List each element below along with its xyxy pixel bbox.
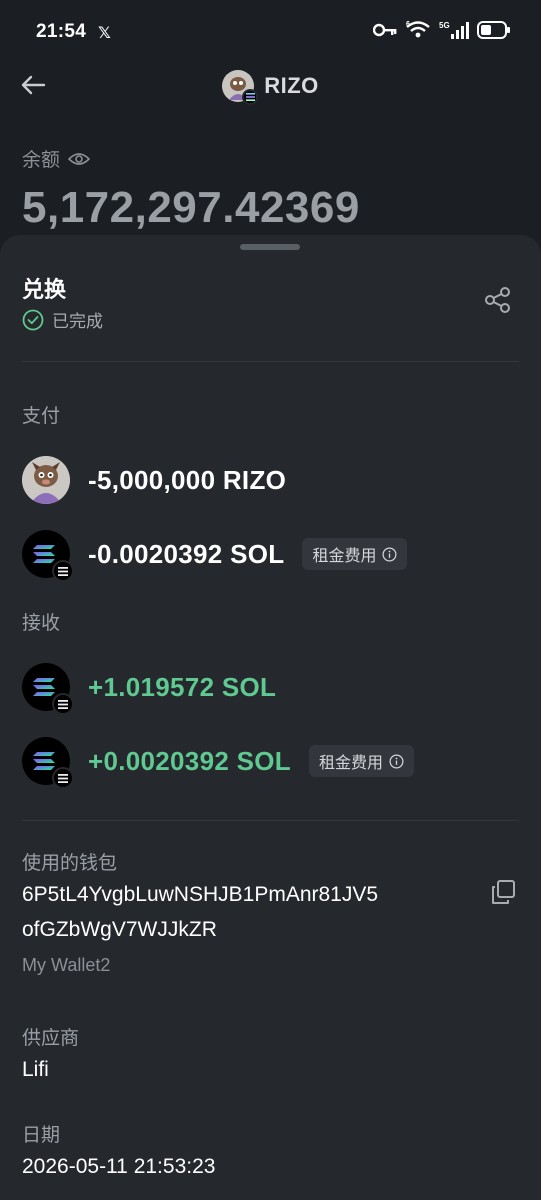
solana-badge-icon <box>52 767 74 789</box>
wallet-label: 使用的钱包 <box>22 853 118 874</box>
date-label: 日期 <box>22 1125 61 1146</box>
transaction-type-title: 兑换 <box>22 277 67 302</box>
solana-badge-icon <box>52 693 74 715</box>
divider <box>22 361 519 362</box>
wifi-icon: 6 <box>406 21 430 38</box>
receive-amount-sol: +1.019572 SOL <box>88 671 277 702</box>
date-value: 2026-05-11 21:53:23 <box>22 1155 216 1178</box>
sol-token-icon <box>22 663 74 715</box>
rent-fee-chip[interactable]: 租金费用 <box>308 745 414 777</box>
info-icon[interactable] <box>389 754 404 769</box>
sol-token-icon <box>22 530 74 582</box>
balance-label: 余额 <box>22 150 61 171</box>
pay-item-sol: -0.0020392 SOL 租金费用 <box>22 530 408 582</box>
wifi-6-label: 6 <box>406 21 410 28</box>
balance-value: 5,172,297.42369 <box>22 183 360 232</box>
receive-section-label: 接收 <box>22 613 61 634</box>
provider-value: Lifi <box>22 1058 49 1081</box>
share-icon[interactable] <box>483 285 513 315</box>
key-icon <box>373 23 397 37</box>
rizo-token-avatar <box>222 70 259 105</box>
rizo-token-icon <box>22 456 70 504</box>
rent-fee-label: 租金费用 <box>318 755 383 772</box>
transaction-detail-sheet: 兑换 已完成 支付 -5,000,000 RIZO -0.0020392 SOL… <box>0 235 541 1200</box>
info-icon[interactable] <box>382 547 397 562</box>
check-circle-icon <box>22 309 44 330</box>
rent-fee-label: 租金费用 <box>312 548 377 565</box>
pay-item-rizo: -5,000,000 RIZO <box>22 456 286 504</box>
battery-icon <box>477 21 510 39</box>
status-time: 21:54 <box>36 21 87 42</box>
cellular-signal-icon: 5G <box>439 21 469 39</box>
receive-item-sol-2: +0.0020392 SOL 租金费用 <box>22 737 414 789</box>
receive-amount-sol-rent: +0.0020392 SOL <box>88 745 291 776</box>
status-bar: 21:54 𝕏 6 5G <box>0 0 541 64</box>
solana-badge-icon <box>52 560 74 582</box>
balance-label-row: 余额 <box>22 145 91 172</box>
wallet-address-line-1: 6P5tL4YvgbLuwNSHJB1PmAnr81JV5 <box>22 883 379 906</box>
network-5g-label: 5G <box>439 21 450 30</box>
provider-label: 供应商 <box>22 1028 80 1049</box>
pay-amount-sol: -0.0020392 SOL <box>88 538 285 569</box>
x-app-icon: 𝕏 <box>98 25 111 42</box>
rent-fee-chip[interactable]: 租金费用 <box>302 538 408 570</box>
divider <box>22 820 519 821</box>
sol-token-icon <box>22 737 74 789</box>
wallet-address-line-2: ofGZbWgV7WJJkZR <box>22 918 217 941</box>
transaction-status: 已完成 <box>22 307 103 332</box>
pay-section-label: 支付 <box>22 406 61 427</box>
status-icons: 6 5G <box>373 20 511 40</box>
header-title: RIZO <box>264 73 319 98</box>
status-text: 已完成 <box>52 312 103 331</box>
sheet-drag-handle[interactable] <box>240 244 300 250</box>
wallet-name: My Wallet2 <box>22 955 111 975</box>
eye-icon[interactable] <box>68 152 91 166</box>
copy-icon[interactable] <box>489 878 517 906</box>
solana-badge-icon <box>242 89 259 105</box>
receive-item-sol-1: +1.019572 SOL <box>22 663 277 715</box>
top-app-bar: RIZO <box>0 64 541 110</box>
header-token: RIZO <box>0 70 541 105</box>
pay-amount-rizo: -5,000,000 RIZO <box>88 464 287 495</box>
